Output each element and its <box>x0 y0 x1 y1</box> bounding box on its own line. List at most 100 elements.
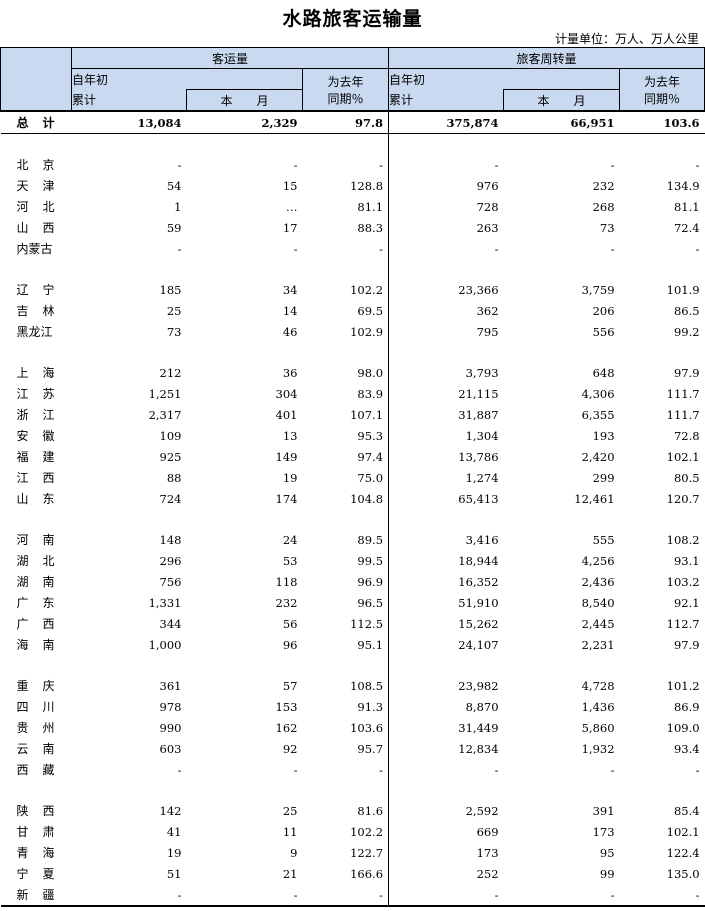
cell-yoy-turnover: 109.0 <box>666 720 700 735</box>
cell-month-volume: 19 <box>282 470 298 485</box>
cell-yoy-volume: 102.2 <box>350 824 384 839</box>
region-name: 宁夏 <box>16 867 69 881</box>
ytd-header-top-1: 自年初 <box>71 68 303 90</box>
cell-ytd-turnover: 31,887 <box>388 404 504 425</box>
region-name: 青海 <box>16 846 69 860</box>
cell-month-volume: - <box>293 762 298 777</box>
cell-yoy-turnover: 72.8 <box>673 428 700 443</box>
cell-month-volume: 34 <box>282 282 298 297</box>
cell-month-turnover: 206 <box>592 303 615 318</box>
cell-ytd-volume: 756 <box>159 574 182 589</box>
cell-month-turnover: 193 <box>592 428 615 443</box>
cell-ytd-volume: 51 <box>166 866 182 881</box>
cell-yoy-volume: - <box>379 241 384 256</box>
cell-ytd-turnover: 795 <box>388 321 504 342</box>
cell-month-turnover: - <box>503 884 620 907</box>
cell-month-turnover: - <box>610 241 615 256</box>
cell-ytd-turnover: 23,366 <box>388 279 504 300</box>
ytd-header-bottom-1: 累计 <box>71 89 187 112</box>
group-header-passenger-turnover: 旅客周转量 <box>388 47 705 69</box>
region-name: 内蒙古 <box>16 242 53 256</box>
yoy-header-2-top: 为去年 <box>644 74 681 89</box>
cell-yoy-volume: 112.5 <box>350 616 384 631</box>
cell-month-turnover: 299 <box>592 470 615 485</box>
yoy-header-1: 为去年 同期％ <box>301 68 390 112</box>
cell-month-volume: 118 <box>275 574 298 589</box>
cell-ytd-volume: 54 <box>166 178 182 193</box>
region-name: 广东 <box>16 596 69 610</box>
group-spacer-row <box>1 342 705 362</box>
region-header-cell <box>0 47 72 112</box>
cell-yoy-turnover: 93.1 <box>673 553 700 568</box>
cell-yoy-volume: 107.1 <box>350 407 384 422</box>
cell-ytd-volume: 1,000 <box>148 637 182 652</box>
cell-ytd-volume: 25 <box>166 303 182 318</box>
cell-ytd-turnover: 252 <box>388 863 504 884</box>
table-row: 上海 212 36 98.0 3,793 648 97.9 <box>1 362 705 383</box>
table-row: 北京 - - - - - - <box>1 154 705 175</box>
cell-month-volume: 56 <box>282 616 298 631</box>
cell-ytd-volume: 344 <box>159 616 182 631</box>
region-name: 黑龙江 <box>16 325 53 339</box>
cell-month-volume: 13 <box>282 428 298 443</box>
group-spacer-row <box>1 133 705 154</box>
region-name: 北京 <box>16 158 69 172</box>
cell-ytd-volume: 925 <box>159 449 182 464</box>
yoy-header-1-top: 为去年 <box>327 74 364 89</box>
cell-month-turnover: - <box>610 762 615 777</box>
cell-ytd-volume: 185 <box>159 282 182 297</box>
cell-month-volume: 57 <box>282 678 298 693</box>
table-row: 湖南 756 118 96.9 16,352 2,436 103.2 <box>1 571 705 592</box>
table-row: 云南 603 92 95.7 12,834 1,932 93.4 <box>1 738 705 759</box>
cell-month-turnover: 1,436 <box>581 699 615 714</box>
region-name: 福建 <box>16 450 69 464</box>
region-name: 重庆 <box>16 679 69 693</box>
table-row: 广东 1,331 232 96.5 51,910 8,540 92.1 <box>1 592 705 613</box>
cell-month-turnover: 4,256 <box>581 553 615 568</box>
cell-month-turnover: 1,932 <box>581 741 615 756</box>
cell-ytd-volume: 212 <box>159 365 182 380</box>
cell-month-volume: 401 <box>275 407 298 422</box>
cell-yoy-volume: 95.3 <box>357 428 384 443</box>
table-row: 河北 1 … 81.1 728 268 81.1 <box>1 196 705 217</box>
table-row: 四川 978 153 91.3 8,870 1,436 86.9 <box>1 696 705 717</box>
table-row: 天津 54 15 128.8 976 232 134.9 <box>1 175 705 196</box>
cell-ytd-turnover: 669 <box>388 821 504 842</box>
cell-ytd-turnover: 1,304 <box>388 425 504 446</box>
cell-ytd-volume: - <box>71 884 187 907</box>
cell-ytd-turnover: 21,115 <box>388 383 504 404</box>
cell-ytd-volume: 1 <box>174 199 182 214</box>
cell-ytd-volume: 73 <box>166 324 182 339</box>
table-row: 海南 1,000 96 95.1 24,107 2,231 97.9 <box>1 634 705 655</box>
region-name: 天津 <box>16 179 69 193</box>
table-row: 安徽 109 13 95.3 1,304 193 72.8 <box>1 425 705 446</box>
cell-ytd-turnover: 8,870 <box>388 696 504 717</box>
cell-ytd-turnover: 1,274 <box>388 467 504 488</box>
cell-ytd-turnover: 65,413 <box>388 488 504 509</box>
cell-month-turnover: 232 <box>592 178 615 193</box>
cell-ytd-turnover: 3,416 <box>388 529 504 550</box>
region-name: 总计 <box>0 110 72 134</box>
cell-yoy-volume: 96.5 <box>357 595 384 610</box>
cell-month-turnover: 556 <box>592 324 615 339</box>
cell-yoy-volume: 91.3 <box>357 699 384 714</box>
cell-month-volume: - <box>293 157 298 172</box>
table-row: 内蒙古 - - - - - - <box>1 238 705 259</box>
region-name: 上海 <box>16 366 69 380</box>
region-name: 贵州 <box>16 721 69 735</box>
yoy-header-2-bottom: 同期％ <box>644 91 681 106</box>
region-name: 辽宁 <box>16 283 69 297</box>
table-row: 陕西 142 25 81.6 2,592 391 85.4 <box>1 800 705 821</box>
region-name: 河南 <box>16 533 69 547</box>
table-row: 浙江 2,317 401 107.1 31,887 6,355 111.7 <box>1 404 705 425</box>
cell-month-turnover: 66,951 <box>503 110 620 134</box>
cell-yoy-volume: - <box>302 884 389 907</box>
cell-yoy-turnover: 111.7 <box>666 386 700 401</box>
cell-yoy-volume: 128.8 <box>350 178 384 193</box>
cell-ytd-volume: 978 <box>159 699 182 714</box>
cell-ytd-volume: 724 <box>159 491 182 506</box>
region-name: 湖南 <box>16 575 69 589</box>
cell-ytd-turnover: 3,793 <box>388 362 504 383</box>
cell-yoy-turnover: 72.4 <box>673 220 700 235</box>
cell-month-volume: 21 <box>282 866 298 881</box>
